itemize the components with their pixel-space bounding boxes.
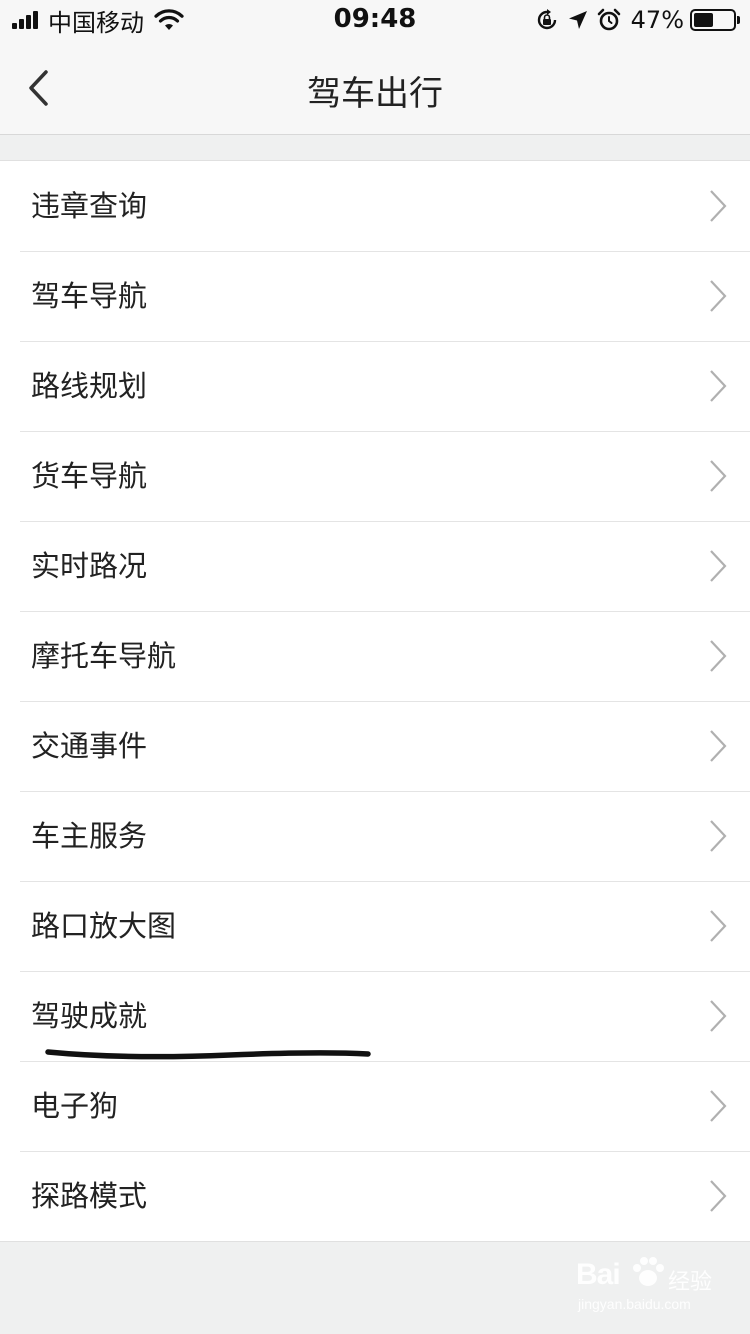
menu-item-label: 电子狗 — [31, 1089, 119, 1123]
menu-item-label: 摩托车导航 — [31, 639, 177, 673]
menu-item-label: 驾驶成就 — [31, 999, 148, 1033]
menu-item-label: 货车导航 — [31, 459, 148, 493]
menu-item-violation-query[interactable]: 违章查询 — [0, 161, 750, 251]
menu-item-car-owner-services[interactable]: 车主服务 — [0, 791, 750, 881]
watermark-brand: Bai — [576, 1258, 621, 1291]
menu-item-label: 车主服务 — [31, 819, 148, 853]
menu-item-junction-view[interactable]: 路口放大图 — [0, 881, 750, 971]
menu-item-label: 路线规划 — [31, 369, 148, 403]
paw-icon — [633, 1257, 664, 1286]
menu-item-traffic-events[interactable]: 交通事件 — [0, 701, 750, 791]
menu-item-label: 路口放大图 — [31, 909, 177, 943]
watermark-sub: 经验 — [668, 1270, 713, 1295]
menu-item-label: 驾车导航 — [31, 279, 148, 313]
chevron-right-icon — [710, 730, 727, 762]
menu-item-route-planning[interactable]: 路线规划 — [0, 341, 750, 431]
orientation-lock-icon — [537, 9, 556, 30]
chevron-right-icon — [710, 280, 727, 312]
page-title: 驾车出行 — [307, 74, 443, 114]
battery-icon — [690, 9, 740, 31]
nav-bar: 驾车出行 — [0, 40, 750, 135]
chevron-right-icon — [710, 550, 727, 582]
menu-item-label: 探路模式 — [31, 1179, 148, 1213]
status-right: 47% — [527, 6, 740, 34]
battery-percent: 47% — [630, 6, 684, 34]
chevron-right-icon — [710, 460, 727, 492]
menu-item-label: 违章查询 — [31, 189, 148, 223]
menu-item-realtime-traffic[interactable]: 实时路况 — [0, 521, 750, 611]
chevron-right-icon — [710, 370, 727, 402]
chevron-right-icon — [710, 1000, 727, 1032]
chevron-right-icon — [710, 1180, 727, 1212]
menu-item-explore-mode[interactable]: 探路模式 — [0, 1151, 750, 1241]
chevron-right-icon — [710, 820, 727, 852]
baidu-watermark: Bai 经验 jingyan.baidu.com — [576, 1250, 726, 1320]
status-bar: 中国移动 09:48 47% — [0, 0, 750, 40]
location-icon — [568, 11, 587, 29]
chevron-right-icon — [710, 910, 727, 942]
battery-fill — [694, 13, 713, 27]
menu-item-label: 交通事件 — [31, 729, 148, 763]
watermark-url: jingyan.baidu.com — [578, 1296, 691, 1312]
menu-item-label: 实时路况 — [31, 549, 148, 583]
menu-item-truck-navigation[interactable]: 货车导航 — [0, 431, 750, 521]
alarm-icon — [597, 8, 620, 31]
battery-cap — [737, 16, 740, 24]
chevron-right-icon — [710, 190, 727, 222]
chevron-right-icon — [710, 1090, 727, 1122]
menu-item-driving-navigation[interactable]: 驾车导航 — [0, 251, 750, 341]
menu-item-motorcycle-navigation[interactable]: 摩托车导航 — [0, 611, 750, 701]
handwritten-underline-annotation — [45, 1049, 371, 1060]
menu-item-speed-camera-alert[interactable]: 电子狗 — [0, 1061, 750, 1151]
chevron-right-icon — [710, 640, 727, 672]
menu-list: 违章查询 驾车导航 路线规划 货车导航 实时路况 摩托车导航 交通事件 车主服务… — [0, 160, 750, 1242]
